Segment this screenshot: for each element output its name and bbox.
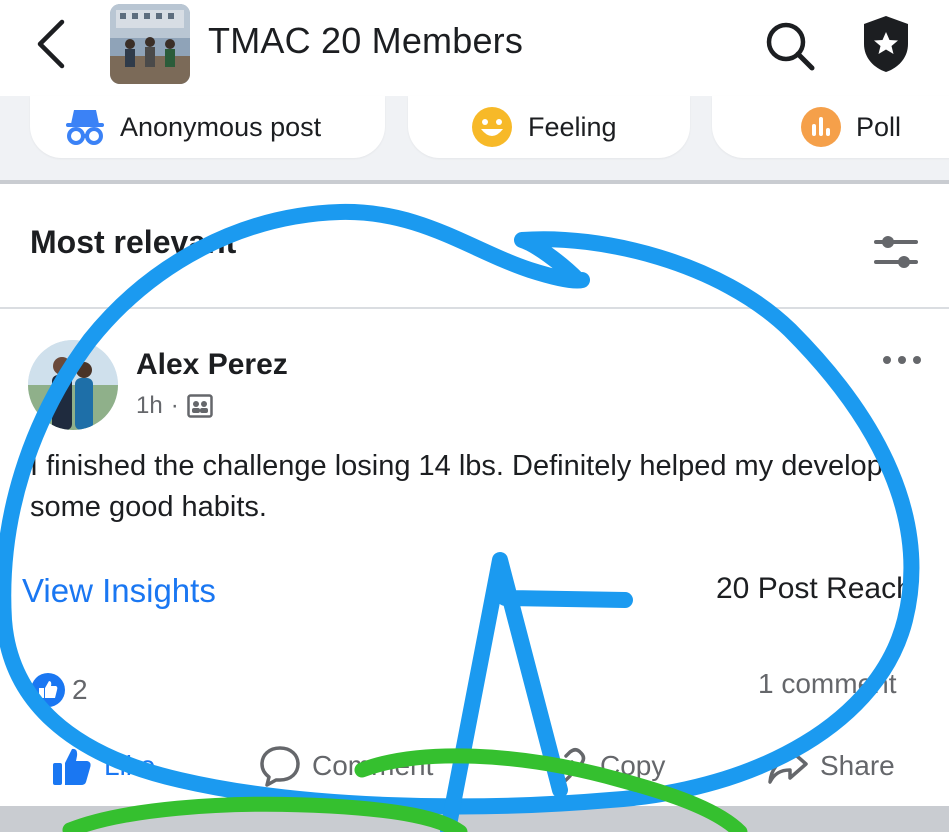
reaction-summary[interactable]: 2 xyxy=(30,672,88,708)
comment-button[interactable]: Comment xyxy=(258,738,433,794)
share-label: Share xyxy=(820,750,895,781)
anonymous-post-label: Anonymous post xyxy=(120,111,322,142)
search-button[interactable] xyxy=(760,16,820,76)
post-options-button[interactable] xyxy=(880,350,924,370)
feeling-button[interactable]: Feeling xyxy=(408,96,690,158)
share-button[interactable]: Share xyxy=(766,738,895,794)
poll-button[interactable]: Poll xyxy=(712,96,949,158)
post-author-name[interactable]: Alex Perez xyxy=(136,348,288,382)
copy-label: Copy xyxy=(600,750,666,781)
feed-divider xyxy=(0,307,949,309)
reaction-count: 2 xyxy=(72,674,88,705)
feed-sort-label[interactable]: Most relevant xyxy=(30,224,236,261)
poll-icon xyxy=(801,107,841,147)
comment-label: Comment xyxy=(312,750,434,781)
post-time[interactable]: 1h xyxy=(136,392,163,420)
feeling-label: Feeling xyxy=(528,111,617,142)
top-bar: TMAC 20 Members xyxy=(0,0,949,96)
post-meta: 1h · xyxy=(136,392,213,420)
share-arrow-icon xyxy=(768,748,808,784)
view-insights-link[interactable]: View Insights xyxy=(22,572,216,610)
comment-bubble-icon xyxy=(260,746,300,787)
comment-count-link[interactable]: 1 comment xyxy=(758,668,897,700)
group-cover-thumbnail[interactable] xyxy=(110,4,190,84)
sliders-icon xyxy=(874,236,918,268)
chevron-left-icon xyxy=(37,19,65,69)
shield-star-icon xyxy=(864,16,908,72)
author-avatar[interactable] xyxy=(28,340,118,430)
anonymous-post-button[interactable]: Anonymous post xyxy=(30,96,385,158)
section-divider-bottom xyxy=(0,806,949,832)
search-icon xyxy=(766,22,815,71)
like-button[interactable]: Like xyxy=(50,738,155,794)
composer-actions-bar: Anonymous post Feeling Poll xyxy=(0,96,949,182)
smiley-icon xyxy=(472,107,512,147)
members-audience-icon xyxy=(186,394,213,418)
thumbs-up-icon xyxy=(53,748,91,785)
back-button[interactable] xyxy=(28,16,76,72)
like-label: Like xyxy=(104,750,156,781)
section-divider xyxy=(0,180,949,184)
like-reaction-icon xyxy=(31,673,65,707)
post-reach: 20 Post Reach xyxy=(716,572,913,605)
group-title[interactable]: TMAC 20 Members xyxy=(208,20,523,62)
post-body: I finished the challenge losing 14 lbs. … xyxy=(30,450,883,523)
link-icon xyxy=(550,748,586,784)
meta-separator: · xyxy=(170,392,179,419)
incognito-icon xyxy=(66,110,104,145)
admin-tools-button[interactable] xyxy=(856,12,916,76)
poll-label: Poll xyxy=(856,111,902,142)
feed-filter-button[interactable] xyxy=(870,232,922,272)
copy-button[interactable]: Copy xyxy=(546,738,665,794)
more-horizontal-icon xyxy=(883,356,921,364)
